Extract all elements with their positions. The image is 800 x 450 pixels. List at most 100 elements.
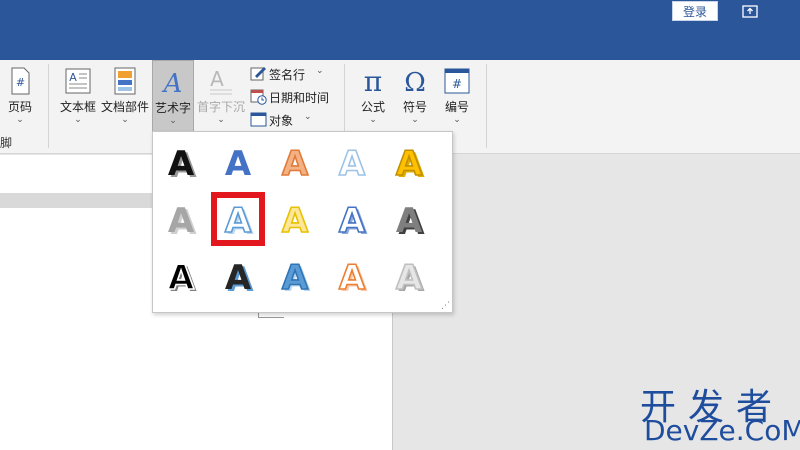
page-number-icon: #	[11, 67, 30, 95]
wordart-a-icon: AA	[338, 200, 368, 243]
ribbon-display-options-icon[interactable]	[740, 2, 760, 20]
wordart-blue-reflection-style[interactable]: AA	[211, 192, 265, 246]
group-label-fragment: 脚	[0, 136, 13, 150]
wordart-glyph: A	[225, 258, 252, 298]
object-icon	[250, 112, 267, 127]
wordart-orange-outline-style[interactable]: A	[268, 135, 322, 189]
textbox-button[interactable]: A 文本框 ⌄	[58, 60, 98, 132]
wordart-a-icon: A	[281, 200, 310, 242]
wordart-a-icon: AA	[338, 257, 368, 300]
page-number-button[interactable]: # 页码 ⌄	[2, 60, 38, 132]
signature-line-button[interactable]: 签名行 ⌄	[250, 64, 330, 84]
drop-cap-label: 首字下沉	[196, 100, 245, 114]
wordart-white-outline-blue-style[interactable]: A	[325, 135, 379, 189]
wordart-dark-blue-shadow-style[interactable]: AA	[211, 249, 265, 303]
wordart-blue-fill-style[interactable]: A	[211, 135, 265, 189]
formula-button[interactable]: π 公式 ⌄	[354, 60, 392, 132]
wordart-orange-bevel-style[interactable]: AA	[325, 249, 379, 303]
wordart-a-icon: AA	[395, 257, 425, 300]
object-label: 对象	[269, 114, 294, 128]
chevron-down-icon: ⌄	[121, 114, 129, 124]
wordart-gray-gradient-style[interactable]: AA	[382, 192, 436, 246]
doc-parts-icon	[114, 67, 136, 95]
wordart-a-icon: AA	[395, 143, 425, 186]
wordart-glyph: A	[282, 258, 309, 298]
chevron-down-icon: ⌄	[316, 65, 324, 75]
date-time-label: 日期和时间	[269, 91, 330, 105]
numbering-icon: #	[444, 68, 470, 94]
pi-icon: π	[364, 66, 382, 96]
wordart-gallery: ⋰ AAAAAAAAAAAAAAAAAAAAAAAAAA	[152, 131, 453, 313]
numbering-button[interactable]: # 编号 ⌄	[438, 60, 476, 132]
chevron-down-icon: ⌄	[304, 111, 312, 121]
ribbon-separator	[48, 64, 49, 148]
wordart-glyph: A	[339, 258, 366, 298]
doc-parts-label: 文档部件	[100, 100, 149, 114]
symbol-button[interactable]: Ω 符号 ⌄	[396, 60, 434, 132]
signature-line-label: 签名行	[269, 68, 306, 82]
wordart-gold-style[interactable]: AA	[382, 135, 436, 189]
chevron-down-icon: ⌄	[169, 115, 177, 125]
wordart-yellow-outline-style[interactable]: A	[268, 192, 322, 246]
wordart-a-icon: AA	[396, 201, 426, 243]
svg-text:π: π	[364, 66, 382, 96]
wordart-glyph: A	[282, 144, 309, 184]
textbox-label: 文本框	[59, 100, 96, 114]
numbering-label: 编号	[444, 100, 469, 114]
wordart-glyph: A	[339, 201, 366, 241]
wordart-glyph: A	[339, 144, 366, 184]
svg-text:A: A	[210, 67, 224, 91]
wordart-blue-bevel-style[interactable]: AA	[268, 249, 322, 303]
wordart-glyph: A	[282, 201, 309, 241]
wordart-a-icon: A	[225, 144, 252, 184]
wordart-label: 艺术字	[154, 101, 191, 115]
chevron-down-icon: ⌄	[453, 114, 461, 124]
chevron-down-icon: ⌄	[411, 114, 419, 124]
watermark-subtitle: DevZe.CoM	[644, 414, 800, 447]
wordart-a-icon: AA	[168, 144, 198, 186]
svg-text:#: #	[452, 77, 462, 91]
wordart-a-icon: AA	[281, 257, 311, 300]
chevron-down-icon: ⌄	[16, 114, 24, 124]
wordart-a-icon: AA	[167, 257, 197, 300]
wordart-button[interactable]: A 艺术字 ⌄	[152, 60, 194, 132]
resize-grip-icon[interactable]: ⋰	[441, 300, 450, 311]
wordart-icon: A	[162, 69, 183, 97]
chevron-down-icon: ⌄	[369, 114, 377, 124]
wordart-black-shadow-style[interactable]: AA	[154, 135, 208, 189]
wordart-glyph: A	[225, 144, 252, 184]
wordart-glyph: A	[396, 258, 423, 298]
symbol-label: 符号	[402, 100, 427, 114]
chevron-down-icon: ⌄	[217, 114, 225, 124]
wordart-a-icon: AA	[225, 258, 255, 300]
doc-parts-button[interactable]: 文档部件 ⌄	[100, 60, 150, 132]
wordart-glyph: A	[168, 144, 195, 184]
wordart-glyph: A	[225, 201, 252, 241]
formula-label: 公式	[360, 100, 385, 114]
object-button[interactable]: 对象 ⌄	[250, 110, 320, 130]
svg-text:Ω: Ω	[404, 68, 426, 96]
ribbon-separator	[486, 64, 487, 148]
chevron-down-icon: ⌄	[74, 114, 82, 124]
svg-text:#: #	[16, 76, 25, 89]
drop-cap-button[interactable]: A 首字下沉 ⌄	[196, 60, 246, 132]
page-number-label: 页码	[7, 100, 32, 114]
wordart-a-icon: A	[338, 143, 367, 185]
wordart-black-white-shadow-style[interactable]: AA	[154, 249, 208, 303]
wordart-glyph: A	[168, 201, 195, 241]
drop-cap-icon: A	[210, 67, 232, 95]
wordart-white-blue-outline-style[interactable]: AA	[325, 192, 379, 246]
wordart-a-icon: AA	[168, 201, 198, 243]
svg-text:A: A	[69, 71, 77, 84]
wordart-gray-style[interactable]: AA	[154, 192, 208, 246]
signature-line-icon	[250, 67, 266, 81]
svg-text:A: A	[162, 69, 183, 97]
date-time-button[interactable]: 日期和时间	[250, 87, 335, 107]
wordart-glyph: A	[396, 144, 423, 184]
wordart-glyph: A	[168, 258, 195, 298]
login-button[interactable]: 登录	[672, 1, 718, 21]
wordart-a-icon: AA	[224, 200, 254, 243]
omega-icon: Ω	[404, 68, 426, 96]
calendar-clock-icon	[250, 89, 267, 105]
wordart-silver-style[interactable]: AA	[382, 249, 436, 303]
